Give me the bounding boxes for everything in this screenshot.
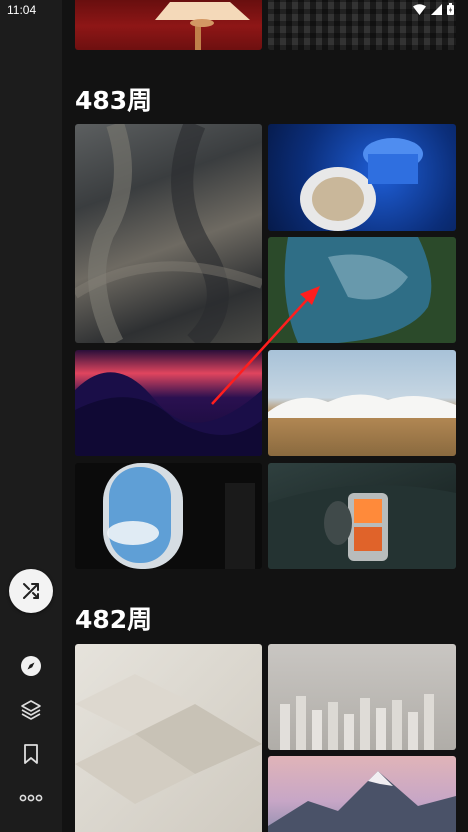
bars-image	[280, 694, 434, 750]
shuffle-icon	[23, 583, 39, 599]
status-bar: 11:04	[0, 0, 468, 20]
aerial-river-image	[75, 124, 262, 343]
snow-hills-image	[268, 394, 456, 418]
drums-image	[300, 138, 423, 231]
compass-icon	[21, 656, 41, 676]
status-icons	[413, 3, 454, 15]
nav-collections[interactable]	[19, 698, 43, 722]
geometric-image	[75, 674, 262, 804]
wallpaper-tile-dunes[interactable]	[75, 350, 262, 456]
status-time: 11:04	[7, 3, 37, 17]
signal-icon	[431, 3, 442, 15]
bookmark-icon	[24, 744, 38, 764]
shuffle-button[interactable]	[9, 569, 53, 613]
battery-icon	[447, 3, 454, 15]
car-image	[268, 485, 456, 569]
nav-bookmarks[interactable]	[19, 742, 43, 766]
wallpaper-tile-drums[interactable]	[268, 124, 456, 231]
dunes-image	[75, 372, 262, 456]
lake-image	[284, 237, 432, 343]
wallpaper-tile-mountain[interactable]	[268, 756, 456, 832]
week-title-482: 482周	[75, 605, 153, 634]
layers-icon	[21, 700, 41, 720]
wallpaper-tile-snow-hills[interactable]	[268, 350, 456, 456]
wallpaper-tile-lake[interactable]	[268, 237, 456, 343]
wallpaper-tile-bars[interactable]	[268, 644, 456, 750]
wallpaper-tile-airplane-window[interactable]	[75, 463, 262, 569]
airplane-window-image	[103, 463, 255, 569]
wallpaper-tile-aerial-river[interactable]	[75, 124, 262, 343]
wallpaper-feed[interactable]: 483周 482周	[62, 0, 468, 832]
week-title-483: 483周	[75, 86, 153, 115]
wifi-icon	[413, 3, 426, 15]
wallpaper-tile-geometric[interactable]	[75, 644, 262, 832]
nav-more[interactable]	[19, 786, 43, 810]
nav-explore[interactable]	[19, 654, 43, 678]
mountain-image	[268, 771, 456, 832]
more-icon	[19, 794, 43, 802]
navigation-rail	[0, 0, 62, 832]
wallpaper-tile-car[interactable]	[268, 463, 456, 569]
